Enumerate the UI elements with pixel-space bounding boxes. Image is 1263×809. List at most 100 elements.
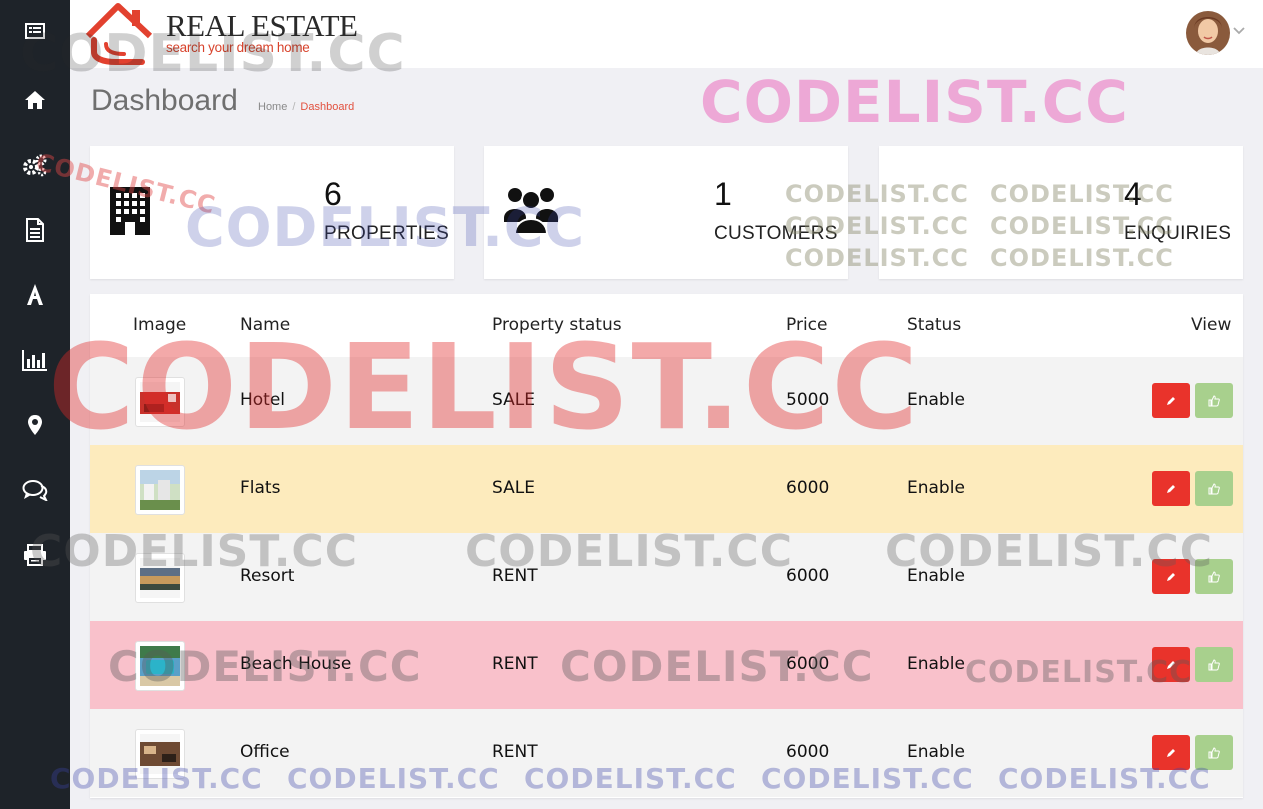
thumbs-up-icon (1208, 482, 1220, 494)
watermark: CODELIST.CC (700, 68, 1129, 136)
table-row: Flats SALE 6000 Enable (90, 445, 1243, 533)
like-button[interactable] (1195, 647, 1233, 682)
thumbs-up-icon (1208, 394, 1220, 406)
like-button[interactable] (1195, 735, 1233, 770)
pencil-icon (1167, 484, 1175, 493)
table-row: Beach House RENT 6000 Enable (90, 621, 1243, 709)
edit-button[interactable] (1152, 383, 1190, 418)
properties-table: Image Name Property status Price Status … (90, 294, 1243, 798)
property-name: Hotel (240, 390, 286, 410)
property-name: Beach House (240, 654, 352, 674)
table-row: Resort RENT 6000 Enable (90, 533, 1243, 621)
edit-button[interactable] (1152, 559, 1190, 594)
stat-card-enquiries[interactable]: 4 ENQUIRIES (879, 146, 1243, 279)
pencil-icon (1167, 396, 1175, 405)
property-thumbnail[interactable] (135, 729, 185, 779)
sidebar-item-home[interactable] (0, 75, 70, 125)
column-header-property-status: Property status (492, 315, 622, 335)
brand-title: REAL ESTATE (166, 8, 358, 43)
menu-toggle-icon (25, 23, 45, 39)
property-status: SALE (492, 478, 535, 498)
beach-house-photo (140, 646, 180, 686)
top-header: REAL ESTATE search your dream home (70, 0, 1263, 68)
flats-photo (140, 470, 180, 510)
edit-button[interactable] (1152, 647, 1190, 682)
property-status: SALE (492, 390, 535, 410)
column-header-name: Name (240, 315, 291, 335)
print-icon (24, 544, 46, 566)
stat-card-customers[interactable]: 1 CUSTOMERS (484, 146, 848, 279)
column-header-status: Status (907, 315, 962, 335)
table-row: Office RENT 6000 Enable (90, 709, 1243, 797)
table-row: Hotel SALE 5000 Enable (90, 357, 1243, 445)
building-icon (110, 187, 150, 235)
property-price: 5000 (786, 390, 830, 410)
property-price: 6000 (786, 742, 830, 762)
edit-button[interactable] (1152, 735, 1190, 770)
property-thumbnail[interactable] (135, 465, 185, 515)
stat-label-properties: PROPERTIES (324, 223, 450, 244)
column-header-price: Price (786, 315, 828, 335)
font-icon (27, 284, 43, 305)
settings-icon (23, 154, 47, 177)
property-thumbnail[interactable] (135, 641, 185, 691)
property-price: 6000 (786, 478, 830, 498)
sidebar-menu-toggle[interactable] (0, 6, 70, 56)
pencil-icon (1167, 660, 1175, 669)
avatar-photo (1186, 11, 1230, 55)
stat-value-properties: 6 (324, 176, 342, 212)
like-button[interactable] (1195, 383, 1233, 418)
brand-tagline: search your dream home (166, 40, 310, 55)
sidebar-item-settings[interactable] (0, 140, 70, 190)
property-status: RENT (492, 742, 538, 762)
sidebar-item-fonts[interactable] (0, 270, 70, 320)
property-price: 6000 (786, 654, 830, 674)
house-logo-icon (85, 3, 153, 65)
comments-icon (22, 480, 48, 501)
pencil-icon (1167, 748, 1175, 757)
property-name: Office (240, 742, 290, 762)
like-button[interactable] (1195, 559, 1233, 594)
chevron-down-icon[interactable] (1232, 26, 1246, 36)
like-button[interactable] (1195, 471, 1233, 506)
property-status: RENT (492, 566, 538, 586)
page-title: Dashboard (91, 84, 238, 117)
resort-photo (140, 558, 180, 598)
property-status: RENT (492, 654, 538, 674)
stat-value-customers: 1 (714, 176, 732, 212)
stat-label-enquiries: ENQUIRIES (1124, 223, 1232, 244)
thumbs-up-icon (1208, 746, 1220, 758)
pencil-icon (1167, 572, 1175, 581)
sidebar-item-print[interactable] (0, 530, 70, 580)
breadcrumb-current: Dashboard (300, 101, 355, 113)
property-name: Resort (240, 566, 295, 586)
office-photo (140, 734, 180, 774)
property-enabled-status: Enable (907, 478, 965, 498)
stat-card-properties[interactable]: 6 PROPERTIES (90, 146, 454, 279)
sidebar (0, 0, 70, 809)
property-enabled-status: Enable (907, 390, 965, 410)
property-enabled-status: Enable (907, 566, 965, 586)
property-thumbnail[interactable] (135, 553, 185, 603)
brand-logo[interactable]: REAL ESTATE search your dream home (80, 0, 358, 66)
thumbs-up-icon (1208, 658, 1220, 670)
bar-chart-icon (22, 350, 47, 371)
users-icon (504, 188, 558, 235)
sidebar-item-messages[interactable] (0, 465, 70, 515)
thumbs-up-icon (1208, 570, 1220, 582)
property-enabled-status: Enable (907, 654, 965, 674)
property-price: 6000 (786, 566, 830, 586)
stat-value-enquiries: 4 (1124, 176, 1142, 212)
property-thumbnail[interactable] (135, 377, 185, 427)
edit-button[interactable] (1152, 471, 1190, 506)
hotel-photo (140, 382, 180, 422)
document-icon (26, 218, 44, 242)
user-avatar[interactable] (1186, 11, 1230, 55)
column-header-image: Image (133, 315, 187, 335)
property-enabled-status: Enable (907, 742, 965, 762)
sidebar-item-reports[interactable] (0, 335, 70, 385)
sidebar-item-locations[interactable] (0, 400, 70, 450)
breadcrumb-home-link[interactable]: Home (258, 101, 287, 113)
sidebar-item-documents[interactable] (0, 205, 70, 255)
breadcrumb-separator: / (292, 101, 296, 113)
